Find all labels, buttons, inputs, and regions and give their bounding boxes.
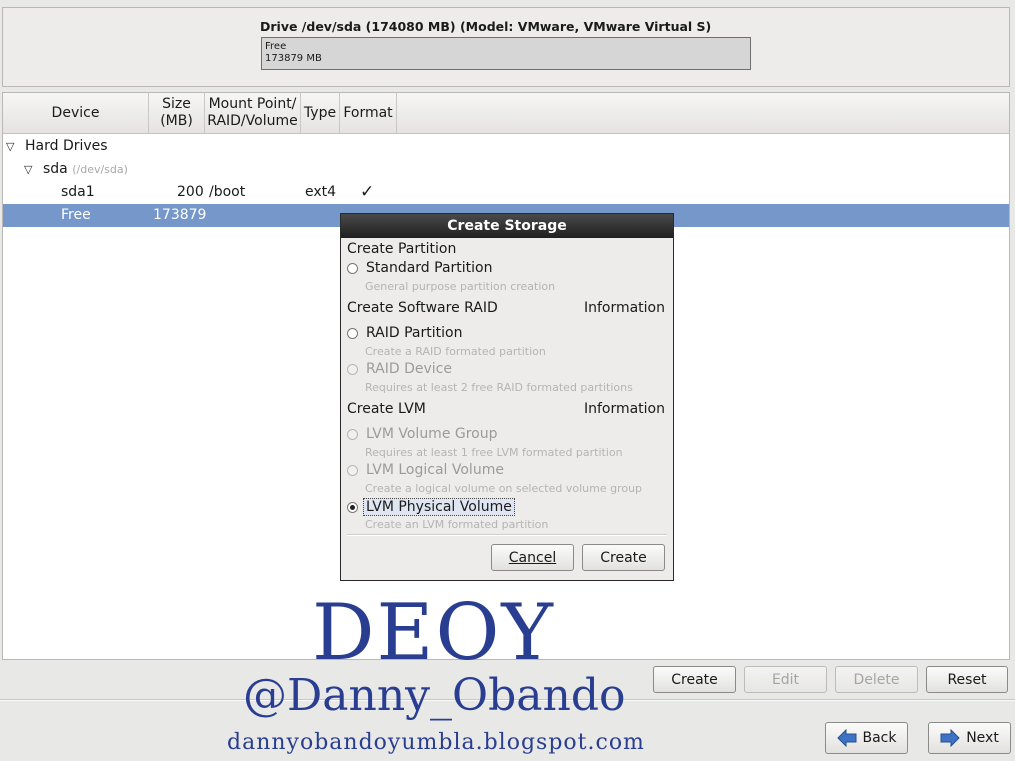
raid-device-option[interactable]: RAID Device [347, 361, 452, 377]
lvm-physical-volume-desc: Create an LVM formated partition [365, 518, 549, 531]
free-device: Free [61, 207, 91, 223]
standard-partition-desc: General purpose partition creation [365, 280, 556, 293]
lvm-information-link[interactable]: Information [584, 401, 665, 417]
create-confirm-label: Create [600, 549, 647, 566]
radio-icon[interactable] [347, 363, 358, 375]
reset-button-label: Reset [947, 671, 987, 688]
delete-button-label: Delete [853, 671, 900, 688]
standard-partition-option[interactable]: Standard Partition [347, 260, 493, 276]
radio-icon[interactable] [347, 428, 358, 440]
drive-title: Drive /dev/sda (174080 MB) (Model: VMwar… [260, 19, 712, 34]
cancel-button[interactable]: Cancel [491, 544, 574, 571]
watermark-logo: DEOY [312, 588, 555, 678]
dialog-separator [347, 534, 667, 536]
column-mount-line2: RAID/Volume [207, 113, 298, 129]
create-button[interactable]: Create [653, 666, 736, 693]
column-mount[interactable]: Mount Point/RAID/Volume [205, 93, 301, 133]
expander-triangle-icon[interactable]: ▽ [24, 158, 32, 181]
back-button-label: Back [862, 730, 897, 746]
column-size-label: Size (MB) [160, 96, 193, 130]
watermark-site: dannyobandoyumbla.blogspot.com [227, 730, 645, 755]
lvm-volume-group-label: LVM Volume Group [366, 426, 498, 442]
hard-drives-label: Hard Drives [25, 138, 108, 154]
next-button[interactable]: Next [928, 722, 1011, 754]
reset-button[interactable]: Reset [926, 666, 1008, 693]
next-arrow-icon [940, 729, 960, 747]
raid-device-label: RAID Device [366, 361, 452, 377]
lvm-logical-volume-option[interactable]: LVM Logical Volume [347, 462, 504, 478]
drive-bar-size: 173879 MB [265, 53, 322, 64]
standard-partition-label: Standard Partition [366, 260, 493, 276]
drive-free-space-bar[interactable]: Free 173879 MB [261, 37, 751, 70]
column-format-label: Format [343, 104, 393, 121]
tree-row-sda[interactable]: ▽ sda (/dev/sda) [3, 158, 1009, 181]
lvm-physical-volume-option[interactable]: LVM Physical Volume [347, 498, 515, 516]
column-device[interactable]: Device [3, 93, 149, 133]
raid-device-desc: Requires at least 2 free RAID formated p… [365, 381, 633, 394]
delete-button[interactable]: Delete [835, 666, 918, 693]
expander-triangle-icon[interactable]: ▽ [6, 135, 14, 158]
sda1-size: 200 [177, 184, 204, 200]
drive-bar-label: Free [265, 41, 287, 52]
create-confirm-button[interactable]: Create [582, 544, 665, 571]
format-check-icon: ✓ [360, 182, 375, 202]
drive-panel: Drive /dev/sda (174080 MB) (Model: VMwar… [2, 7, 1010, 87]
lvm-physical-volume-label: LVM Physical Volume [363, 498, 515, 516]
free-size: 173879 [153, 207, 207, 223]
next-button-label: Next [966, 730, 999, 746]
edit-button[interactable]: Edit [744, 666, 827, 693]
cancel-button-label: Cancel [508, 549, 557, 566]
column-size-line2: (MB) [160, 113, 193, 129]
sda1-device: sda1 [61, 184, 95, 200]
watermark-handle: @Danny_Obando [243, 670, 626, 721]
sda-path: (/dev/sda) [72, 163, 128, 176]
sda1-mount: /boot [209, 184, 246, 200]
create-raid-section: Create Software RAID [347, 300, 498, 316]
dialog-title: Create Storage [341, 214, 673, 238]
create-lvm-section: Create LVM [347, 401, 426, 417]
raid-partition-option[interactable]: RAID Partition [347, 325, 462, 341]
column-type[interactable]: Type [301, 93, 340, 133]
create-button-label: Create [671, 671, 718, 688]
edit-button-label: Edit [771, 671, 800, 688]
column-mount-label: Mount Point/RAID/Volume [207, 96, 297, 130]
create-storage-dialog: Create Storage Create Partition Standard… [340, 213, 674, 581]
create-partition-section: Create Partition [347, 241, 457, 257]
column-size[interactable]: Size (MB) [149, 93, 205, 133]
tree-row-hard-drives[interactable]: ▽ Hard Drives [3, 135, 1009, 158]
sda-label: sda (/dev/sda) [43, 158, 128, 181]
tree-row-sda1[interactable]: sda1 200 /boot ext4 ✓ [3, 181, 1009, 204]
sda-name: sda [43, 161, 68, 177]
raid-partition-label: RAID Partition [366, 325, 463, 341]
sda1-type: ext4 [305, 184, 337, 200]
column-device-label: Device [51, 104, 100, 121]
lvm-logical-volume-desc: Create a logical volume on selected volu… [365, 482, 643, 495]
column-format[interactable]: Format [340, 93, 397, 133]
back-arrow-icon [836, 729, 856, 747]
lvm-volume-group-desc: Requires at least 1 free LVM formated pa… [365, 446, 623, 459]
radio-icon[interactable] [347, 262, 358, 274]
back-button[interactable]: Back [825, 722, 908, 754]
radio-icon[interactable] [347, 464, 358, 476]
column-size-line1: Size [162, 96, 191, 112]
column-mount-line1: Mount Point/ [208, 96, 297, 112]
raid-partition-desc: Create a RAID formated partition [365, 345, 546, 358]
radio-icon[interactable] [347, 327, 358, 339]
tree-header: Device Size (MB) Mount Point/RAID/Volume … [3, 93, 1009, 134]
lvm-volume-group-option[interactable]: LVM Volume Group [347, 426, 498, 442]
column-type-label: Type [303, 104, 337, 121]
radio-selected-icon[interactable] [347, 501, 358, 513]
lvm-logical-volume-label: LVM Logical Volume [366, 462, 504, 478]
raid-information-link[interactable]: Information [584, 300, 665, 316]
